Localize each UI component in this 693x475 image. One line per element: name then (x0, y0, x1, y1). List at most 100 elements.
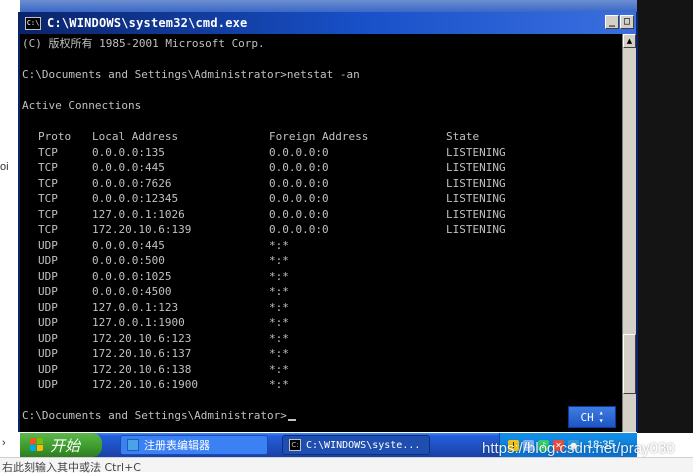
header-local-address: Local Address (92, 130, 179, 143)
header-foreign-address: Foreign Address (269, 130, 369, 143)
table-row: UDP 172.20.10.6:1900 *:* (22, 377, 622, 393)
window-titlebar[interactable]: C:\ C:\WINDOWS\system32\cmd.exe _ □ (20, 12, 636, 34)
row-local-address: 0.0.0.0:7626 (92, 176, 172, 190)
row-local-address: 172.20.10.6:123 (92, 331, 192, 345)
table-header: Proto Local Address Foreign Address Stat… (22, 129, 622, 145)
table-row: UDP 172.20.10.6:123 *:* (22, 331, 622, 347)
row-proto: TCP (38, 223, 58, 236)
row-state: LISTENING (446, 223, 506, 236)
row-proto: TCP (38, 176, 58, 190)
table-row: TCP 127.0.0.1:1026 0.0.0.0:0 LISTENING (22, 207, 622, 223)
row-local-address: 172.20.10.6:1900 (92, 378, 198, 391)
prompt-text: C:\Documents and Settings\Administrator> (22, 409, 287, 422)
dark-side-panel (637, 0, 693, 433)
row-local-address: 0.0.0.0:445 (92, 238, 165, 252)
row-proto: UDP (38, 331, 58, 345)
table-row: TCP 172.20.10.6:139 0.0.0.0:0 LISTENING (22, 222, 622, 238)
row-foreign-address: *:* (269, 269, 289, 283)
table-row: UDP 127.0.0.1:123 *:* (22, 300, 622, 316)
row-local-address: 0.0.0.0:135 (92, 145, 165, 159)
row-local-address: 0.0.0.0:445 (92, 161, 165, 174)
row-foreign-address: 0.0.0.0:0 (269, 223, 329, 236)
row-local-address: 172.20.10.6:138 (92, 362, 192, 376)
cmd-icon[interactable]: C:\ (25, 16, 41, 30)
task-label-registry: 注册表编辑器 (144, 439, 210, 452)
cmd-window[interactable]: C:\ C:\WINDOWS\system32\cmd.exe _ □ (C) … (18, 12, 638, 432)
row-foreign-address: *:* (269, 238, 289, 252)
row-proto: UDP (38, 316, 58, 329)
row-local-address: 0.0.0.0:500 (92, 254, 165, 267)
table-row: UDP 0.0.0.0:1025 *:* (22, 269, 622, 285)
table-row: UDP 0.0.0.0:4500 *:* (22, 284, 622, 300)
row-state: LISTENING (446, 145, 506, 159)
row-proto: UDP (38, 300, 58, 314)
desktop-background (20, 0, 637, 12)
table-row: UDP 172.20.10.6:137 *:* (22, 346, 622, 362)
row-state: LISTENING (446, 207, 506, 221)
start-button[interactable]: 开始 (20, 433, 102, 457)
header-state: State (446, 130, 480, 143)
row-foreign-address: 0.0.0.0:0 (269, 145, 329, 159)
row-local-address: 172.20.10.6:139 (92, 223, 192, 236)
row-foreign-address: *:* (269, 378, 289, 391)
row-proto: TCP (38, 192, 58, 205)
table-row: UDP 127.0.0.1:1900 *:* (22, 315, 622, 331)
ime-indicator[interactable]: CH ▴ ▾ (568, 406, 616, 428)
maximize-button[interactable]: □ (620, 15, 634, 29)
section-title: Active Connections (22, 99, 142, 112)
text-cursor (287, 419, 296, 421)
row-foreign-address: 0.0.0.0:0 (269, 176, 329, 190)
edge-text: oi (0, 161, 9, 173)
row-local-address: 172.20.10.6:137 (92, 347, 192, 360)
task-registry-editor[interactable]: 注册表编辑器 (120, 435, 268, 455)
table-row: UDP 0.0.0.0:445 *:* (22, 238, 622, 254)
registry-editor-icon (127, 439, 139, 451)
row-local-address: 0.0.0.0:12345 (92, 192, 179, 205)
row-proto: TCP (38, 161, 58, 174)
table-row: TCP 0.0.0.0:12345 0.0.0.0:0 LISTENING (22, 191, 622, 207)
scroll-up-icon[interactable]: ▲ (623, 34, 636, 48)
row-proto: UDP (38, 362, 58, 376)
ime-language: CH (580, 410, 594, 424)
prompt-line[interactable]: C:\Documents and Settings\Administrator> (22, 408, 622, 424)
row-local-address: 0.0.0.0:4500 (92, 285, 172, 298)
windows-flag-icon (30, 438, 44, 452)
task-label-cmd: C:\WINDOWS\syste... (306, 439, 421, 451)
row-state: LISTENING (446, 176, 506, 190)
row-foreign-address: 0.0.0.0:0 (269, 192, 329, 205)
row-proto: UDP (38, 347, 58, 360)
task-cmd[interactable]: C: C:\WINDOWS\syste... (282, 435, 430, 455)
scroll-thumb[interactable] (623, 334, 636, 394)
row-proto: TCP (38, 207, 58, 221)
row-state: LISTENING (446, 161, 506, 174)
table-row: TCP 0.0.0.0:445 0.0.0.0:0 LISTENING (22, 160, 622, 176)
start-label: 开始 (50, 436, 81, 455)
cmd-icon: C: (289, 439, 301, 451)
ime-arrows-icon[interactable]: ▴ ▾ (599, 409, 604, 425)
command-line: C:\Documents and Settings\Administrator>… (22, 68, 360, 81)
row-local-address: 127.0.0.1:1900 (92, 316, 185, 329)
row-proto: UDP (38, 254, 58, 267)
row-foreign-address: *:* (269, 316, 289, 329)
background-window-edge: oi › (0, 0, 20, 472)
bottom-toolbar: 右此刻输入其中或法 Ctrl+C (0, 457, 693, 474)
window-controls: _ □ (605, 15, 634, 29)
window-title: C:\WINDOWS\system32\cmd.exe (47, 16, 248, 30)
row-proto: UDP (38, 285, 58, 298)
row-proto: TCP (38, 145, 58, 159)
row-local-address: 127.0.0.1:123 (92, 300, 179, 314)
row-state: LISTENING (446, 192, 506, 205)
table-row: TCP 0.0.0.0:7626 0.0.0.0:0 LISTENING (22, 176, 622, 192)
table-row: UDP 0.0.0.0:500 *:* (22, 253, 622, 269)
table-row: UDP 172.20.10.6:138 *:* (22, 362, 622, 378)
watermark-text: https://blog.csdn.net/pray030 (482, 440, 675, 457)
chevron-right-icon[interactable]: › (2, 437, 6, 449)
row-local-address: 127.0.0.1:1026 (92, 207, 185, 221)
vertical-scrollbar[interactable]: ▲ (622, 34, 636, 432)
console-output[interactable]: (C) 版权所有 1985-2001 Microsoft Corp. C:\Do… (22, 36, 622, 424)
minimize-button[interactable]: _ (605, 15, 619, 29)
row-proto: UDP (38, 238, 58, 252)
copyright-line: (C) 版权所有 1985-2001 Microsoft Corp. (22, 37, 265, 50)
connection-table: TCP 0.0.0.0:135 0.0.0.0:0 LISTENING TCP 0.0.0… (22, 145, 622, 393)
row-foreign-address: 0.0.0.0:0 (269, 161, 329, 174)
